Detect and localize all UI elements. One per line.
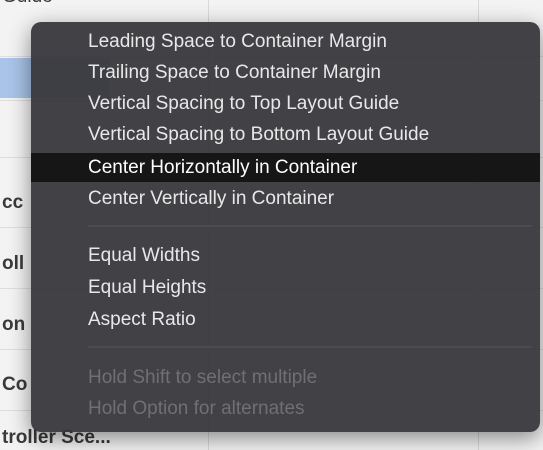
menu-item-vertical-top[interactable]: Vertical Spacing to Top Layout Guide: [31, 89, 540, 118]
hint-hold-shift: Hold Shift to select multiple: [88, 367, 318, 388]
constraints-context-menu[interactable]: Leading Space to Container Margin Traili…: [31, 22, 540, 432]
hint-hold-option: Hold Option for alternates: [88, 398, 305, 419]
menu-item-trailing-space[interactable]: Trailing Space to Container Margin: [31, 58, 540, 87]
background-row-text: Guide: [2, 0, 53, 8]
menu-separator: [88, 346, 532, 348]
background-row-text[interactable]: Co: [2, 374, 27, 396]
background-row-text[interactable]: on: [2, 314, 25, 336]
menu-item-aspect-ratio[interactable]: Aspect Ratio: [31, 305, 540, 334]
menu-item-equal-heights[interactable]: Equal Heights: [31, 273, 540, 302]
menu-item-center-vertically[interactable]: Center Vertically in Container: [31, 184, 540, 213]
menu-item-vertical-bottom[interactable]: Vertical Spacing to Bottom Layout Guide: [31, 120, 540, 149]
menu-item-center-horizontally[interactable]: Center Horizontally in Container: [31, 153, 540, 182]
menu-item-equal-widths[interactable]: Equal Widths: [31, 241, 540, 270]
menu-item-leading-space[interactable]: Leading Space to Container Margin: [31, 27, 540, 56]
background-row-text[interactable]: oll: [2, 253, 24, 275]
background-row-text[interactable]: cc: [2, 192, 23, 214]
menu-separator: [88, 225, 532, 227]
